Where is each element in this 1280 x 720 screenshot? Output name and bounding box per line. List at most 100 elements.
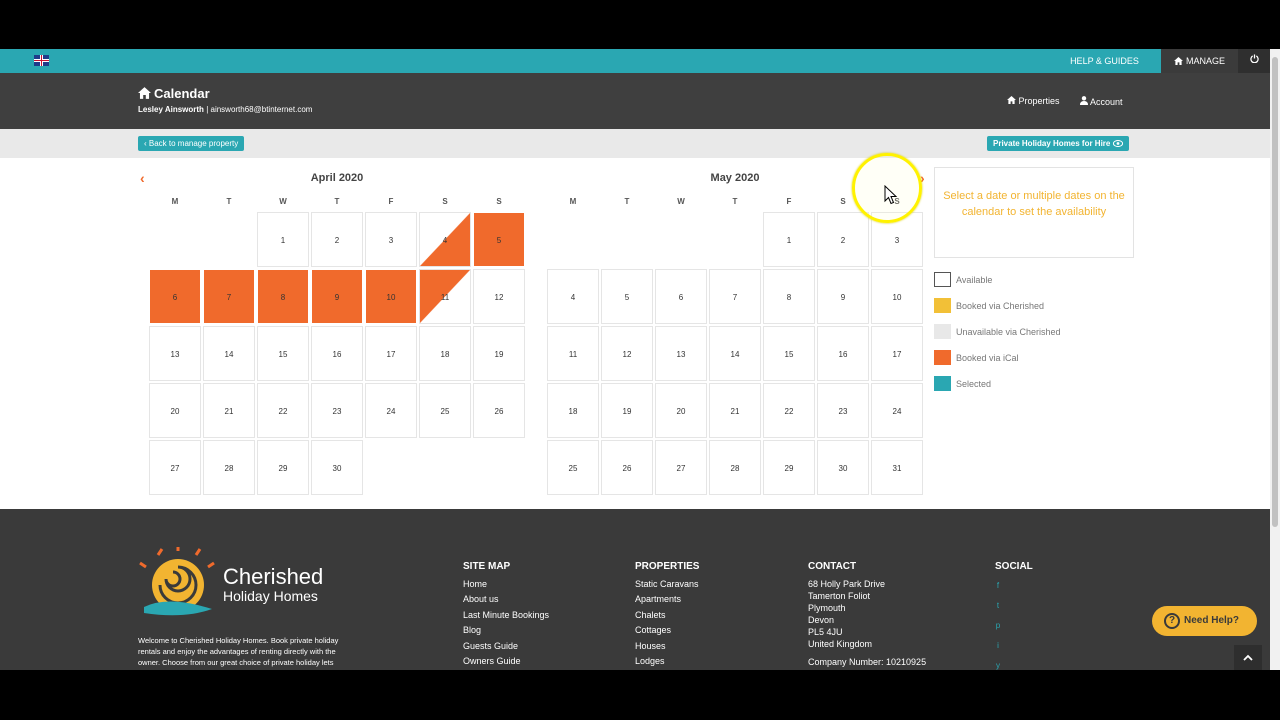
calendar-day[interactable]: 2 xyxy=(817,212,869,267)
weekday-header: S xyxy=(496,197,502,206)
calendar-day[interactable]: 25 xyxy=(419,383,471,438)
calendar-day[interactable]: 1 xyxy=(257,212,309,267)
cherished-holiday-homes-logo[interactable]: Cherished Holiday Homes xyxy=(138,547,338,624)
calendar-day[interactable]: 22 xyxy=(763,383,815,438)
calendar-day[interactable]: 22 xyxy=(257,383,309,438)
calendar-day[interactable]: 9 xyxy=(817,269,869,324)
calendar-day[interactable]: 13 xyxy=(149,326,201,381)
calendar-day[interactable]: 18 xyxy=(547,383,599,438)
nav-account-link[interactable]: Account xyxy=(1080,96,1123,107)
calendar-day[interactable]: 6 xyxy=(655,269,707,324)
manage-label: MANAGE xyxy=(1185,56,1225,66)
calendar-day[interactable]: 6 xyxy=(149,269,201,324)
property-type-link[interactable]: Apartments xyxy=(635,594,681,604)
manage-button[interactable]: MANAGE xyxy=(1161,49,1238,73)
calendar-day[interactable]: 27 xyxy=(655,440,707,495)
sitemap-link[interactable]: Owners Guide xyxy=(463,656,521,666)
calendar-day[interactable]: 30 xyxy=(817,440,869,495)
calendar-day[interactable]: 8 xyxy=(257,269,309,324)
calendar-day[interactable]: 7 xyxy=(709,269,761,324)
chevron-up-icon xyxy=(1243,654,1253,661)
youtube-icon[interactable]: y xyxy=(993,661,1003,670)
legend-label: Booked via iCal xyxy=(956,353,1019,363)
calendar-day[interactable]: 12 xyxy=(473,269,525,324)
calendar-day[interactable]: 21 xyxy=(203,383,255,438)
calendar-day[interactable]: 24 xyxy=(365,383,417,438)
need-help-button[interactable]: ? Need Help? xyxy=(1152,606,1257,636)
calendar-day[interactable]: 16 xyxy=(817,326,869,381)
calendar-day[interactable]: 26 xyxy=(601,440,653,495)
weekday-header: F xyxy=(388,197,394,206)
calendar-day[interactable]: 29 xyxy=(257,440,309,495)
calendar-day[interactable]: 30 xyxy=(311,440,363,495)
calendar-day[interactable]: 15 xyxy=(257,326,309,381)
calendar-day[interactable]: 25 xyxy=(547,440,599,495)
help-guides-link[interactable]: HELP & GUIDES xyxy=(1062,49,1147,73)
calendar-day[interactable]: 27 xyxy=(149,440,201,495)
sitemap-link[interactable]: Blog xyxy=(463,625,481,635)
calendar-day[interactable]: 5 xyxy=(601,269,653,324)
pinterest-icon[interactable]: p xyxy=(993,621,1003,631)
calendar-day[interactable]: 3 xyxy=(365,212,417,267)
user-email: | ainsworth68@btinternet.com xyxy=(206,105,313,114)
calendar-day[interactable]: 4 xyxy=(547,269,599,324)
calendar-day[interactable]: 9 xyxy=(311,269,363,324)
calendar-day[interactable]: 19 xyxy=(601,383,653,438)
calendar-day[interactable]: 14 xyxy=(709,326,761,381)
calendar-day[interactable]: 13 xyxy=(655,326,707,381)
calendar-day[interactable]: 19 xyxy=(473,326,525,381)
twitter-icon[interactable]: t xyxy=(993,601,1003,611)
calendar-day[interactable]: 20 xyxy=(655,383,707,438)
calendar-day[interactable]: 28 xyxy=(203,440,255,495)
calendar-day[interactable]: 5 xyxy=(473,212,525,267)
property-type-link[interactable]: Static Caravans xyxy=(635,579,699,589)
calendar-day[interactable]: 21 xyxy=(709,383,761,438)
calendar-day[interactable]: 14 xyxy=(203,326,255,381)
calendar-day[interactable]: 1 xyxy=(763,212,815,267)
property-type-link[interactable]: Cottages xyxy=(635,625,671,635)
property-type-link[interactable]: Lodges xyxy=(635,656,665,666)
sitemap-link[interactable]: About us xyxy=(463,594,499,604)
sitemap-link[interactable]: Last Minute Bookings xyxy=(463,610,549,620)
private-holiday-homes-button[interactable]: Private Holiday Homes for Hire xyxy=(987,136,1129,151)
calendar-day[interactable]: 17 xyxy=(365,326,417,381)
scrollbar-thumb[interactable] xyxy=(1272,57,1278,527)
scroll-to-top-button[interactable] xyxy=(1234,645,1262,670)
calendar-day[interactable]: 4 xyxy=(419,212,471,267)
calendar-day[interactable]: 12 xyxy=(601,326,653,381)
calendar-day[interactable]: 23 xyxy=(817,383,869,438)
calendar-day[interactable]: 15 xyxy=(763,326,815,381)
facebook-icon[interactable]: f xyxy=(993,581,1003,591)
property-type-link[interactable]: Houses xyxy=(635,641,666,651)
property-type-link[interactable]: Chalets xyxy=(635,610,666,620)
calendar-day[interactable]: 26 xyxy=(473,383,525,438)
calendar-day[interactable]: 2 xyxy=(311,212,363,267)
uk-flag-icon[interactable] xyxy=(34,55,49,66)
footer: Cherished Holiday Homes Welcome to Cheri… xyxy=(0,509,1270,670)
sitemap-link[interactable]: Guests Guide xyxy=(463,641,518,651)
calendar-day[interactable]: 20 xyxy=(149,383,201,438)
calendar-day[interactable]: 23 xyxy=(311,383,363,438)
calendar-day[interactable]: 17 xyxy=(871,326,923,381)
calendar-day[interactable]: 7 xyxy=(203,269,255,324)
calendar-day[interactable]: 31 xyxy=(871,440,923,495)
prev-month-arrow-icon[interactable]: ‹ xyxy=(140,170,145,186)
power-icon[interactable] xyxy=(1238,49,1270,73)
nav-properties-link[interactable]: Properties xyxy=(1007,96,1060,106)
sitemap-link[interactable]: Home xyxy=(463,579,487,589)
instagram-icon[interactable]: i xyxy=(993,641,1003,651)
calendar-day[interactable]: 29 xyxy=(763,440,815,495)
calendar-day[interactable]: 10 xyxy=(365,269,417,324)
calendar-day[interactable]: 10 xyxy=(871,269,923,324)
calendar-day[interactable]: 24 xyxy=(871,383,923,438)
calendar-day[interactable]: 8 xyxy=(763,269,815,324)
calendar-day[interactable]: 11 xyxy=(419,269,471,324)
calendar-day[interactable]: 11 xyxy=(547,326,599,381)
calendar-day[interactable]: 18 xyxy=(419,326,471,381)
calendar-day[interactable]: 28 xyxy=(709,440,761,495)
legend-swatch xyxy=(934,324,951,339)
back-to-manage-property-button[interactable]: ‹ Back to manage property xyxy=(138,136,245,151)
contact-line: Plymouth xyxy=(808,603,846,613)
scrollbar[interactable] xyxy=(1270,49,1280,670)
calendar-day[interactable]: 16 xyxy=(311,326,363,381)
